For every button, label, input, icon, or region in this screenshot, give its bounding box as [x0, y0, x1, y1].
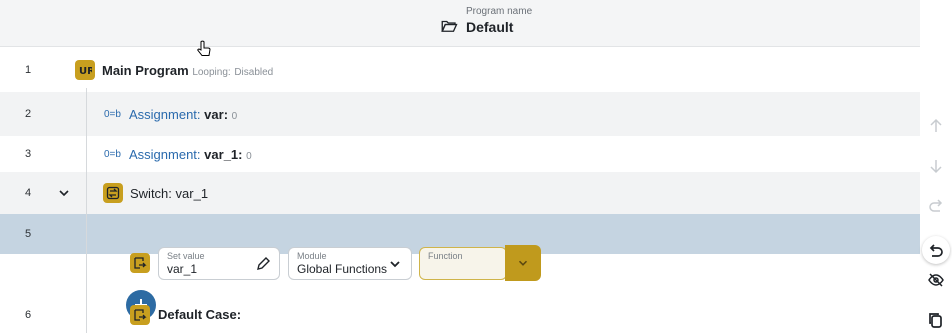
program-name[interactable]: Program name Default — [440, 6, 532, 36]
redo-icon — [929, 199, 943, 212]
eye-slash-icon — [928, 273, 944, 287]
tree-gutter-line — [86, 88, 87, 333]
line-number: 2 — [25, 108, 32, 120]
line-number: 4 — [25, 187, 32, 199]
assignment-icon: 0=b — [104, 148, 121, 160]
move-down-button[interactable] — [922, 152, 950, 180]
program-row-switch[interactable]: 4 Switch: var_1 — [0, 172, 920, 214]
assignment-icon: 0=b — [104, 108, 121, 120]
line-number: 3 — [25, 148, 32, 160]
line-number: 6 — [25, 308, 32, 321]
program-name-value: Default — [466, 19, 514, 35]
chevron-down-icon[interactable] — [58, 187, 70, 199]
program-row-default-case[interactable]: 6 Default Case: — [0, 296, 920, 333]
move-up-button[interactable] — [922, 112, 950, 140]
copy-icon — [929, 313, 942, 328]
hide-button[interactable] — [922, 266, 950, 294]
undo-icon — [929, 244, 943, 257]
program-row-assignment-2[interactable]: 3 0=b Assignment: var_1: 0 — [0, 136, 920, 172]
chevron-down-icon — [518, 260, 528, 266]
svg-text:UR: UR — [79, 66, 92, 77]
looping-value: Disabled — [234, 66, 274, 78]
case-icon — [130, 253, 150, 273]
pencil-icon[interactable] — [255, 256, 271, 272]
line-number: 1 — [25, 64, 32, 76]
set-value-field[interactable]: Set value var_1 — [158, 247, 280, 280]
copy-button[interactable] — [922, 306, 950, 333]
program-row-assignment-1[interactable]: 2 0=b Assignment: var: 0 — [0, 92, 920, 136]
program-name-label: Program name — [466, 6, 533, 17]
function-dropdown-toggle[interactable] — [505, 245, 541, 281]
redo-button[interactable] — [922, 192, 950, 220]
switch-icon — [103, 183, 123, 203]
program-header: Program name Default — [0, 0, 920, 47]
undo-button[interactable] — [922, 236, 950, 264]
default-case-title: Default Case: — [158, 307, 242, 322]
folder-icon — [441, 20, 458, 32]
arrow-up-icon — [930, 118, 942, 132]
line-number: 5 — [25, 228, 32, 240]
case-icon — [130, 304, 150, 325]
arrow-down-icon — [930, 160, 942, 174]
program-row-main[interactable]: 1 UR Main Program Looping: Disabled — [0, 48, 920, 92]
ur-logo-icon: UR — [75, 60, 95, 80]
main-program-title: Main Program Looping: Disabled — [102, 62, 274, 78]
module-dropdown[interactable]: Module Global Functions — [288, 247, 412, 280]
assignment-title: Assignment: var_1: 0 — [129, 146, 252, 162]
chevron-down-icon — [390, 261, 400, 268]
switch-title: Switch: var_1 — [130, 185, 209, 201]
assignment-title: Assignment: var: 0 — [129, 106, 238, 122]
looping-label: Looping: — [192, 66, 231, 78]
function-dropdown[interactable]: Function — [419, 247, 507, 280]
function-label: Function — [428, 251, 463, 261]
